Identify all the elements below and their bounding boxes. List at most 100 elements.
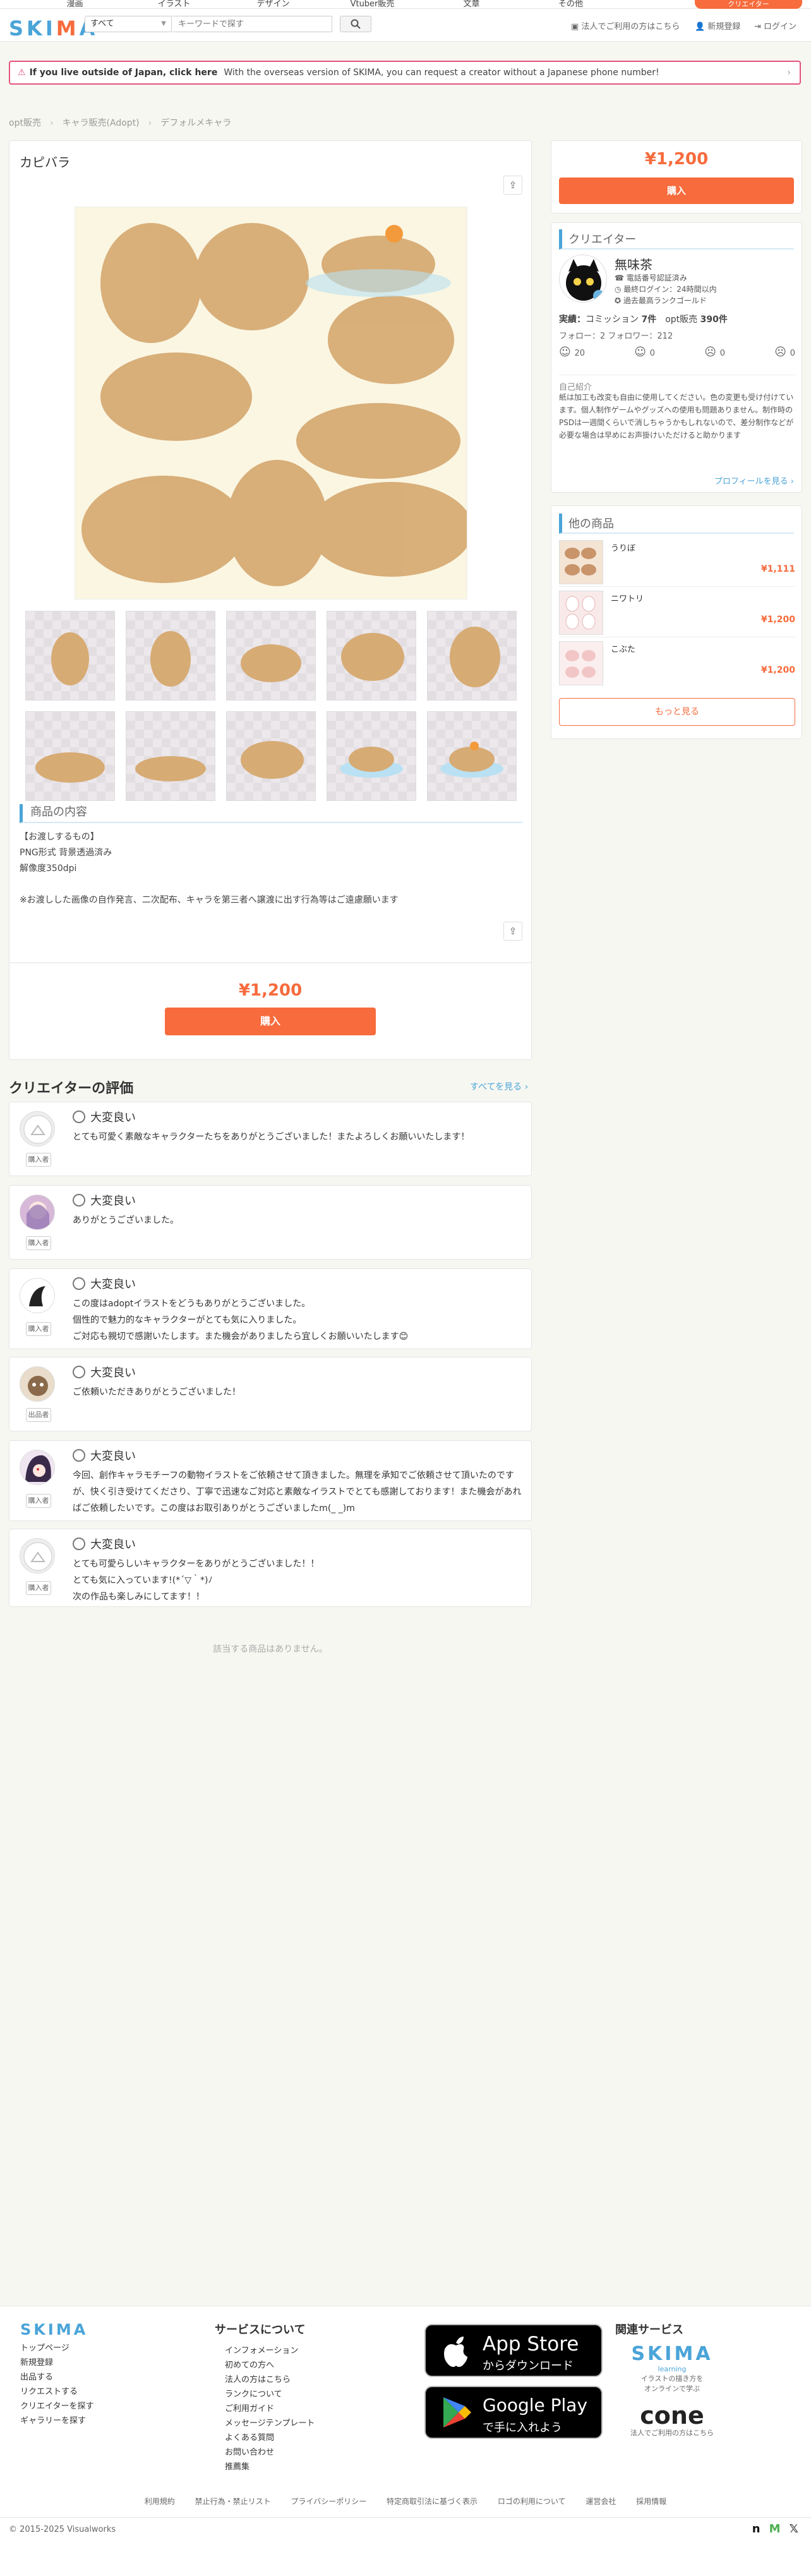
creator-name[interactable]: 無味茶 bbox=[615, 255, 652, 273]
corporate-link[interactable]: ▣ 法人でご利用の方はこちら bbox=[571, 20, 680, 32]
other-product-item[interactable]: こぶた ¥1,200 bbox=[559, 641, 795, 688]
social-links: n M 𝕏 bbox=[752, 2522, 798, 2536]
overseas-notice-banner[interactable]: ⚠ If you live outside of Japan, click her… bbox=[9, 61, 801, 85]
product-main-image[interactable] bbox=[75, 207, 473, 599]
thumbnail-image bbox=[241, 741, 304, 779]
footer-link[interactable]: よくある質問 bbox=[225, 2431, 315, 2445]
footer-link[interactable]: 出品する bbox=[20, 2370, 93, 2385]
footer-link[interactable]: 推薦集 bbox=[225, 2460, 315, 2474]
category-illust[interactable]: イラスト bbox=[124, 0, 224, 8]
thumbnail[interactable] bbox=[226, 611, 316, 701]
search-scope-select[interactable]: すべて ▼ bbox=[85, 16, 172, 32]
footer-link[interactable]: リクエストする bbox=[20, 2385, 93, 2399]
rating-bad: ☹ 0 bbox=[774, 346, 795, 359]
thumbnail-image bbox=[150, 631, 191, 687]
cone-link[interactable]: cone 法人でご利用の方はこちら bbox=[615, 2403, 729, 2438]
review-text: とても可愛く素敵なキャラクターたちをありがとうございました！またよろしくお願いい… bbox=[73, 1132, 470, 1142]
profile-link[interactable]: プロフィールを見る › bbox=[714, 474, 794, 486]
app-store-button[interactable]: App Store からダウンロード bbox=[424, 2324, 603, 2377]
google-play-button[interactable]: Google Play で手に入れよう bbox=[424, 2386, 603, 2439]
thumbnail[interactable] bbox=[327, 611, 416, 701]
reviewer-role-badge: 出品者 bbox=[26, 1408, 51, 1422]
footer-bottom-link[interactable]: 運営会社 bbox=[586, 2497, 616, 2506]
buy-button[interactable]: 購入 bbox=[165, 1008, 376, 1035]
thumbnail[interactable] bbox=[126, 611, 215, 701]
footer-link[interactable]: 初めての方へ bbox=[225, 2358, 315, 2373]
other-product-name: こぶた bbox=[611, 645, 636, 654]
breadcrumb-item[interactable]: opt販売 bbox=[9, 118, 41, 128]
review-rating: 大変良い bbox=[73, 1275, 136, 1292]
share-button[interactable]: ⇪ bbox=[503, 176, 522, 195]
footer-link[interactable]: ご利用ガイド bbox=[225, 2402, 315, 2416]
creator-avatar[interactable] bbox=[559, 255, 607, 303]
footer-link[interactable]: メッセージテンプレート bbox=[225, 2416, 315, 2431]
category-other[interactable]: その他 bbox=[521, 0, 620, 8]
category-manga[interactable]: 漫画 bbox=[25, 0, 124, 8]
copyright: © 2015-2025 Visualworks bbox=[9, 2525, 116, 2534]
footer-link[interactable]: インフォメーション bbox=[225, 2344, 315, 2358]
category-text[interactable]: 文章 bbox=[422, 0, 521, 8]
footer-link[interactable]: ランクについて bbox=[225, 2387, 315, 2402]
thumbnail[interactable] bbox=[226, 711, 316, 801]
see-all-reviews-link[interactable]: すべてを見る › bbox=[470, 1080, 528, 1093]
thumbnail[interactable] bbox=[126, 711, 215, 801]
footer-bottom-link[interactable]: ロゴの利用について bbox=[498, 2497, 566, 2506]
footer-link[interactable]: 法人の方はこちら bbox=[225, 2373, 315, 2387]
footer-link[interactable]: クリエイターを探す bbox=[20, 2399, 93, 2414]
search-button[interactable] bbox=[340, 16, 371, 32]
skima-learning-link[interactable]: SKIMA learning イラストの描き方を オンラインで学ぶ bbox=[615, 2344, 729, 2394]
reviewer-avatar[interactable] bbox=[20, 1111, 55, 1147]
footer-link[interactable]: ギャラリーを探す bbox=[20, 2414, 93, 2428]
thumbnail[interactable] bbox=[427, 711, 517, 801]
footer-logo[interactable]: SKIMA bbox=[20, 2322, 93, 2337]
footer-bottom-link[interactable]: 利用規約 bbox=[145, 2497, 175, 2506]
reviewer-avatar[interactable] bbox=[20, 1366, 55, 1402]
breadcrumb-item[interactable]: キャラ販売(Adopt) bbox=[63, 118, 140, 128]
footer-bottom-link[interactable]: プライバシーポリシー bbox=[291, 2497, 366, 2506]
review-text: とても可愛らしいキャラクターをありがとうございました！！ とても気に入っています… bbox=[73, 1559, 320, 1602]
footer-link[interactable]: お問い合わせ bbox=[225, 2445, 315, 2460]
other-product-item[interactable]: うりぼ ¥1,111 bbox=[559, 540, 795, 587]
thumbnail[interactable] bbox=[25, 711, 115, 801]
thumbnail-image bbox=[51, 632, 89, 685]
footer-link[interactable]: 新規登録 bbox=[20, 2356, 93, 2370]
breadcrumb-item[interactable]: デフォルメキャラ bbox=[160, 118, 231, 128]
review-rating-label: 大変良い bbox=[90, 1450, 136, 1463]
search-input[interactable] bbox=[172, 16, 332, 32]
footer-bottom-links: 利用規約 禁止行為・禁止リスト プライバシーポリシー 特定商取引法に基づく表示 … bbox=[0, 2496, 811, 2507]
note-icon[interactable]: n bbox=[752, 2522, 760, 2536]
creator-cta-button[interactable]: クリエイター bbox=[695, 0, 802, 9]
reviewer-avatar[interactable] bbox=[20, 1538, 55, 1574]
minne-icon[interactable]: M bbox=[769, 2522, 781, 2536]
other-product-item[interactable]: ニワトリ ¥1,200 bbox=[559, 591, 795, 637]
desc-line: ※お渡しした画像の自作発言、二次配布、キャラを第三者へ譲渡に出す行為等はご遠慮願… bbox=[20, 895, 399, 905]
category-strip: 漫画 イラスト デザイン Vtuber販売 文章 その他 クリエイター bbox=[0, 0, 811, 9]
sidebar-buy-button[interactable]: 購入 bbox=[559, 178, 794, 204]
footer-bottom-link[interactable]: 採用情報 bbox=[636, 2497, 666, 2506]
sad-face-icon: ☹ bbox=[774, 346, 790, 359]
thumbnail[interactable] bbox=[327, 711, 416, 801]
rating-count: 0 bbox=[790, 349, 795, 358]
product-card: カピバラ ⇪ 商品の内容 【お渡しするもの】 PNG形式 背景透過済み 解像度3… bbox=[9, 140, 532, 1060]
review-card: 購入者 大変良い この度はadoptイラストをどうもありがとうございました。 個… bbox=[9, 1268, 532, 1349]
other-product-price: ¥1,111 bbox=[760, 564, 795, 574]
thumbnail[interactable] bbox=[427, 611, 517, 701]
reviewer-avatar[interactable] bbox=[20, 1278, 55, 1313]
footer-link[interactable]: トップページ bbox=[20, 2341, 93, 2356]
share-button[interactable]: ⇪ bbox=[503, 922, 522, 941]
badge-label: 過去最高ランクゴールド bbox=[623, 296, 707, 305]
thumbnail[interactable] bbox=[25, 611, 115, 701]
signup-link[interactable]: 👤 新規登録 bbox=[695, 20, 740, 32]
footer-bottom-link[interactable]: 禁止行為・禁止リスト bbox=[195, 2497, 271, 2506]
category-vtuber[interactable]: Vtuber販売 bbox=[323, 0, 422, 8]
x-icon[interactable]: 𝕏 bbox=[789, 2522, 798, 2536]
more-products-button[interactable]: もっと見る bbox=[559, 698, 795, 726]
intro-heading: 自己紹介 bbox=[559, 375, 795, 392]
reviewer-avatar[interactable] bbox=[20, 1450, 55, 1485]
product-thumb-image bbox=[565, 548, 596, 575]
category-design[interactable]: デザイン bbox=[224, 0, 323, 8]
footer-bottom-link[interactable]: 特定商取引法に基づく表示 bbox=[387, 2497, 478, 2506]
login-link[interactable]: ⇥ ログイン bbox=[754, 20, 796, 32]
reviewer-avatar[interactable] bbox=[20, 1195, 55, 1230]
smile-icon bbox=[73, 1538, 85, 1550]
